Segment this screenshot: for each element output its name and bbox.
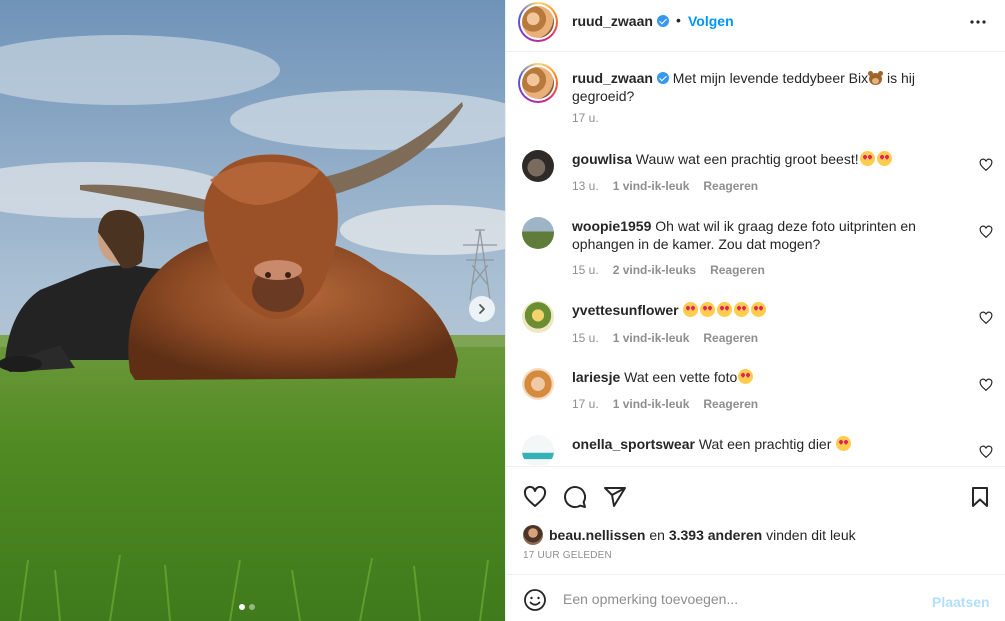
highland-cow-photo: [0, 0, 505, 621]
heart-eyes-emoji: [859, 151, 875, 166]
comment-meta: 13 u. 1 vind-ik-leuk Reageren: [572, 179, 759, 193]
reply-button[interactable]: Reageren: [703, 331, 758, 345]
comment-text: lariesje Wat een vette foto: [572, 368, 952, 386]
heart-eyes-emoji: [836, 436, 852, 451]
more-icon[interactable]: [968, 12, 988, 32]
carousel-dot: [249, 604, 255, 610]
author-avatar[interactable]: [518, 2, 558, 42]
comment-icon[interactable]: [563, 485, 587, 509]
heart-eyes-emoji: [734, 302, 750, 317]
likes-count[interactable]: 3.393 anderen: [669, 527, 762, 543]
comment-input[interactable]: [563, 586, 913, 612]
verified-icon: [656, 15, 669, 27]
carousel-dot-active: [239, 604, 245, 610]
verified-icon: [656, 72, 669, 84]
comment-username[interactable]: lariesje: [572, 369, 620, 385]
heart-icon[interactable]: [979, 311, 993, 325]
caption-avatar[interactable]: [518, 63, 558, 103]
heart-eyes-emoji: [717, 302, 733, 317]
separator-dot: •: [676, 12, 681, 28]
heart-eyes-emoji: [738, 369, 754, 384]
reply-button[interactable]: Reageren: [703, 179, 758, 193]
teddy-bear-emoji: [868, 71, 884, 85]
comment-username[interactable]: onella_sportswear: [572, 436, 695, 452]
heart-eyes-emoji: [751, 302, 767, 317]
commenter-avatar[interactable]: [522, 368, 554, 400]
commenter-avatar[interactable]: [522, 217, 554, 249]
heart-icon[interactable]: [979, 445, 993, 459]
author-username[interactable]: ruud_zwaan: [572, 13, 669, 29]
follow-button[interactable]: Volgen: [688, 13, 734, 29]
post-header: ruud_zwaan • Volgen: [506, 0, 1005, 52]
share-icon[interactable]: [603, 485, 627, 509]
caption-username[interactable]: ruud_zwaan: [572, 70, 669, 86]
commenter-avatar[interactable]: [522, 435, 554, 465]
carousel-dots: [239, 604, 255, 610]
reply-button[interactable]: Reageren: [703, 397, 758, 411]
add-comment-bar: Plaatsen: [506, 574, 1005, 621]
likes-summary: beau.nellissen en 3.393 anderen vinden d…: [523, 525, 856, 545]
post-actions: beau.nellissen en 3.393 anderen vinden d…: [506, 466, 1005, 574]
liker-avatar[interactable]: [523, 525, 543, 545]
comment-text: woopie1959 Oh wat wil ik graag deze foto…: [572, 218, 916, 252]
heart-eyes-emoji: [876, 151, 892, 166]
comment-username[interactable]: gouwlisa: [572, 151, 632, 167]
comment-meta: 15 u. 1 vind-ik-leuk Reageren: [572, 331, 759, 345]
comment-meta: 15 u. 2 vind-ik-leuks Reageren: [572, 263, 765, 277]
post-side-panel: ruud_zwaan • Volgen ruud_zwaan Met mijn …: [505, 0, 1005, 621]
comment-username[interactable]: yvettesunflower: [572, 302, 679, 318]
comment-text: yvettesunflower: [572, 301, 952, 319]
bookmark-icon[interactable]: [968, 485, 992, 509]
post-photo[interactable]: [0, 0, 505, 621]
liker-username[interactable]: beau.nellissen: [549, 527, 645, 543]
comment-meta: 17 u. 1 vind-ik-leuk Reageren: [572, 397, 759, 411]
comment-text: gouwlisa Wauw wat een prachtig groot bee…: [572, 150, 952, 168]
comment-text: onella_sportswear Wat een prachtig dier: [572, 435, 952, 453]
post-timestamp: 17 UUR GELEDEN: [523, 550, 612, 561]
caption-text: ruud_zwaan Met mijn levende teddybeer Bi…: [572, 70, 916, 104]
comments-list[interactable]: ruud_zwaan Met mijn levende teddybeer Bi…: [506, 53, 1005, 465]
heart-icon[interactable]: [979, 225, 993, 239]
heart-eyes-emoji: [683, 302, 699, 317]
commenter-avatar[interactable]: [522, 301, 554, 333]
heart-icon[interactable]: [979, 158, 993, 172]
caption-time: 17 u.: [572, 111, 599, 125]
heart-icon[interactable]: [523, 485, 547, 509]
post-comment-button[interactable]: Plaatsen: [932, 594, 990, 610]
reply-button[interactable]: Reageren: [710, 263, 765, 277]
comment-username[interactable]: woopie1959: [572, 218, 651, 234]
heart-icon[interactable]: [979, 378, 993, 392]
chevron-right-icon: [479, 304, 485, 314]
commenter-avatar[interactable]: [522, 150, 554, 182]
carousel-next-button[interactable]: [469, 296, 495, 322]
heart-eyes-emoji: [700, 302, 716, 317]
emoji-icon[interactable]: [523, 588, 547, 612]
